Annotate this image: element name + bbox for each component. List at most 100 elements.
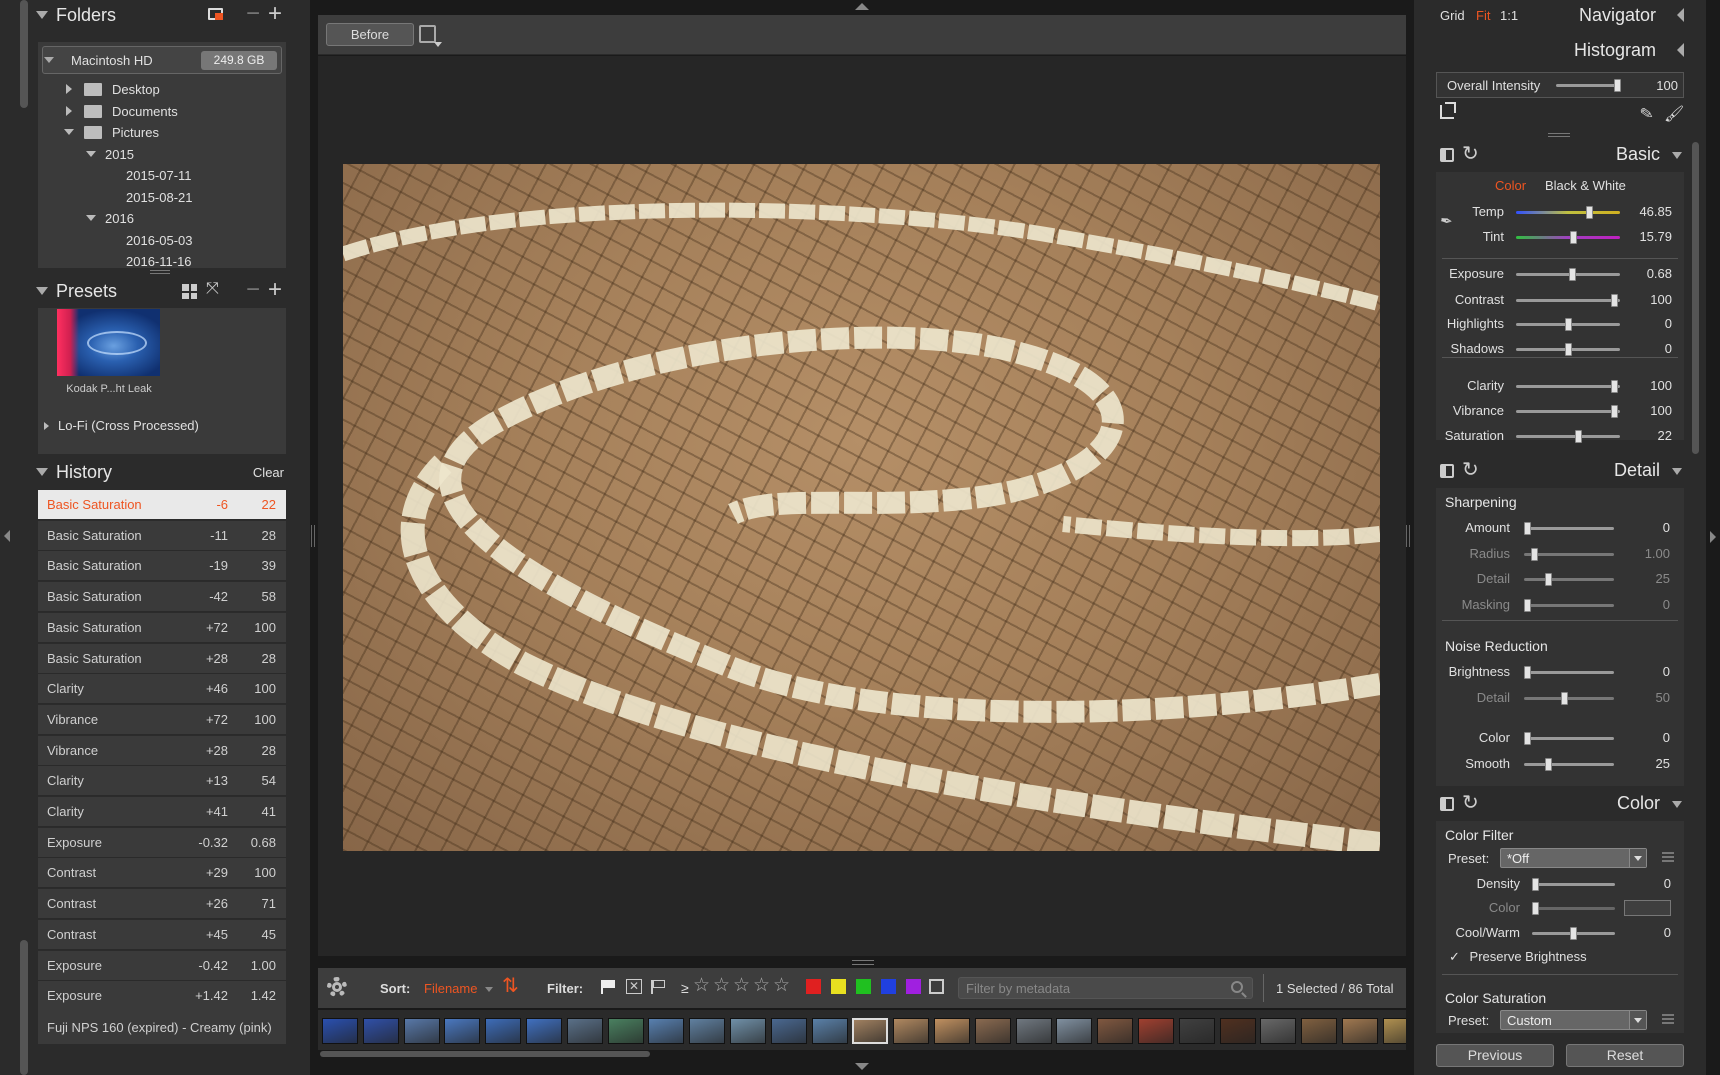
detail-header[interactable]: ↻ Detail <box>1430 456 1686 486</box>
history-item[interactable]: Contrast +26 71 <box>38 889 286 920</box>
navigator-expand-icon[interactable] <box>1677 8 1684 22</box>
history-item[interactable]: Vibrance +28 28 <box>38 735 286 766</box>
filmstrip-thumbnail[interactable] <box>607 1018 644 1044</box>
drive-row[interactable]: Macintosh HD 249.8 GB <box>42 46 282 74</box>
folders-resize-handle[interactable] <box>150 270 170 274</box>
filmstrip-thumbnail[interactable] <box>1260 1018 1297 1044</box>
color-saturation-preset-select[interactable]: Custom <box>1500 1010 1647 1030</box>
slider-knob[interactable] <box>1564 318 1572 331</box>
color-label-filter-swatch[interactable] <box>831 979 846 994</box>
add-preset-icon[interactable]: + <box>268 278 282 302</box>
folders-header[interactable]: Folders − + <box>36 0 286 30</box>
slider-knob[interactable] <box>1524 522 1531 535</box>
preset-thumbnail[interactable] <box>57 309 160 376</box>
folder-tree-item[interactable]: 2015-08-21 <box>40 187 280 207</box>
nav-one-to-one[interactable]: 1:1 <box>1500 8 1518 23</box>
density-slider[interactable] <box>1532 878 1615 891</box>
reset-panel-icon[interactable]: ↻ <box>1462 457 1479 482</box>
detail-collapse-icon[interactable] <box>1672 468 1682 475</box>
top-collapse-icon[interactable] <box>855 3 869 10</box>
grid-view-icon[interactable] <box>182 284 197 299</box>
navigator-title[interactable]: Navigator <box>1579 5 1656 26</box>
unflagged-filter-icon[interactable] <box>651 980 665 994</box>
slider-track[interactable] <box>1524 548 1614 561</box>
history-item[interactable]: Basic Saturation +72 100 <box>38 612 286 643</box>
expand-triangle-icon[interactable] <box>44 421 49 430</box>
star-icon-4[interactable]: ☆ <box>753 976 770 995</box>
drive-expand-icon[interactable] <box>44 57 54 63</box>
slider-track[interactable] <box>1516 405 1620 418</box>
filmstrip-settings-icon[interactable] <box>327 977 347 997</box>
slider-track[interactable] <box>1516 294 1620 307</box>
expanded-triangle-icon[interactable] <box>86 150 96 157</box>
reset-panel-icon[interactable]: ↻ <box>1462 141 1479 166</box>
slider-knob[interactable] <box>1570 231 1578 244</box>
collapse-triangle-icon[interactable] <box>36 11 48 19</box>
folder-tree-item[interactable]: Documents <box>40 101 280 121</box>
slider-track[interactable] <box>1516 343 1620 356</box>
before-button[interactable]: Before <box>326 23 414 46</box>
compress-icon[interactable]: ⤧ <box>206 280 219 298</box>
slider-track[interactable] <box>1516 231 1620 244</box>
color-label-filter-swatch[interactable] <box>856 979 871 994</box>
slider-knob[interactable] <box>1564 343 1572 356</box>
slider-track[interactable] <box>1516 268 1620 281</box>
sort-direction-icon[interactable]: ⇅ <box>502 976 519 996</box>
filmstrip-scrollbar[interactable] <box>320 1051 650 1057</box>
reset-panel-icon[interactable]: ↻ <box>1462 790 1479 815</box>
filmstrip-thumbnail[interactable] <box>1138 1018 1174 1044</box>
filmstrip-thumbnail[interactable] <box>648 1018 685 1044</box>
filmstrip-thumbnail[interactable] <box>1097 1018 1134 1044</box>
slider-knob[interactable] <box>1569 268 1577 281</box>
history-item[interactable]: Basic Saturation -42 58 <box>38 582 286 613</box>
collapsed-triangle-icon[interactable] <box>66 105 72 116</box>
slider-track[interactable] <box>1524 758 1614 771</box>
rejected-filter-icon[interactable]: ✕ <box>626 979 642 994</box>
history-item[interactable]: Exposure +1.42 1.42 <box>38 981 286 1012</box>
history-item[interactable]: Clarity +41 41 <box>38 797 286 827</box>
left-scrollbar[interactable] <box>20 0 28 108</box>
color-collapse-icon[interactable] <box>1672 801 1682 808</box>
slider-track[interactable] <box>1516 206 1620 219</box>
filmstrip-thumbnail[interactable] <box>1056 1018 1093 1044</box>
slider-track[interactable] <box>1516 380 1620 393</box>
filter-color-swatch[interactable] <box>1624 900 1671 916</box>
tab-black-white[interactable]: Black & White <box>1545 178 1626 193</box>
density-slider-knob[interactable] <box>1532 878 1539 891</box>
filter-color-slider-knob[interactable] <box>1532 902 1539 915</box>
filmstrip-thumbnail[interactable] <box>322 1018 358 1044</box>
slider-knob[interactable] <box>1524 666 1531 679</box>
slider-track[interactable] <box>1524 666 1614 679</box>
slider-knob[interactable] <box>1575 430 1583 443</box>
history-base-row[interactable]: Fuji NPS 160 (expired) - Creamy (pink) <box>38 1010 286 1044</box>
slider-track[interactable] <box>1516 318 1620 331</box>
brush-icon[interactable]: 🖌 <box>1664 104 1684 124</box>
basic-collapse-icon[interactable] <box>1672 152 1682 159</box>
folder-tree-item[interactable]: Pictures <box>40 122 280 142</box>
collapsed-triangle-icon[interactable] <box>66 84 72 94</box>
filmstrip-thumbnail[interactable] <box>526 1018 562 1044</box>
filmstrip-thumbnail[interactable] <box>730 1018 766 1044</box>
folder-tree-item[interactable]: 2015-07-11 <box>40 165 280 185</box>
folder-tree-item[interactable]: 2016-11-16 <box>40 251 280 271</box>
history-header[interactable]: History Clear <box>36 457 286 487</box>
left-divider-handle[interactable] <box>311 525 315 547</box>
panel-toggle-icon[interactable] <box>1440 797 1454 811</box>
star-icon-5[interactable]: ☆ <box>773 976 790 995</box>
right-panel-collapse-icon[interactable] <box>1710 531 1716 543</box>
folder-tree-item[interactable]: 2015 <box>40 144 280 164</box>
filmstrip-resize-handle[interactable] <box>852 960 874 965</box>
history-item[interactable]: Clarity +13 54 <box>38 766 286 797</box>
remove-preset-icon[interactable]: − <box>246 278 260 302</box>
compare-dropdown-icon[interactable] <box>419 25 442 47</box>
color-label-filter-swatch[interactable] <box>806 979 821 994</box>
slider-knob[interactable] <box>1544 758 1552 771</box>
slider-track[interactable] <box>1524 573 1614 586</box>
metadata-filter-input[interactable]: Filter by metadata <box>958 977 1253 999</box>
history-clear-button[interactable]: Clear <box>253 465 284 480</box>
expanded-triangle-icon[interactable] <box>86 215 96 221</box>
slider-knob[interactable] <box>1561 692 1569 705</box>
filter-color-slider[interactable] <box>1532 902 1615 915</box>
filmstrip-thumbnail[interactable] <box>1219 1018 1256 1044</box>
slider-knob[interactable] <box>1524 599 1531 612</box>
